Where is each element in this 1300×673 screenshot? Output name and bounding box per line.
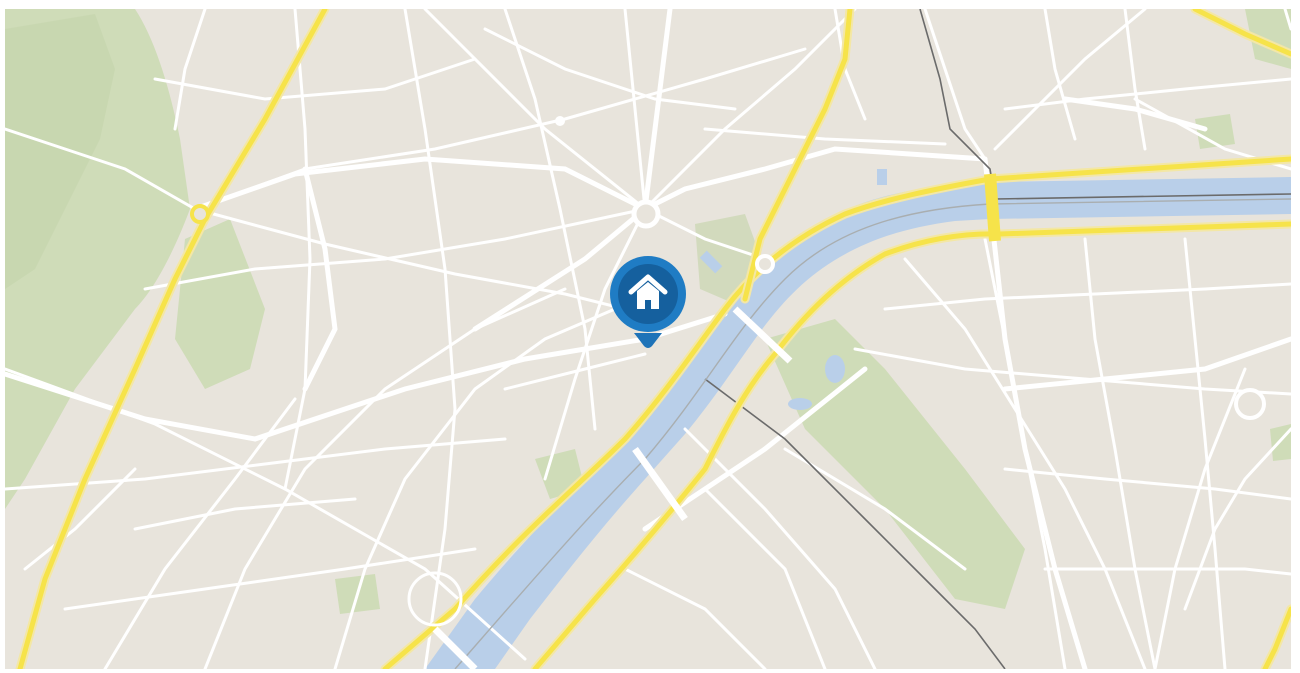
pond-4 [877, 169, 887, 185]
place-victor-hugo [555, 116, 565, 126]
place-ecole-militaire [1234, 388, 1266, 420]
pond-2 [788, 398, 812, 410]
bridge-alma [984, 173, 1001, 242]
map-canvas[interactable] [5, 9, 1291, 669]
pond-1 [825, 355, 845, 383]
place-port-maillot [190, 204, 210, 224]
location-marker[interactable] [610, 256, 686, 348]
place-etoile [631, 199, 661, 229]
place-trocadero [755, 254, 775, 274]
